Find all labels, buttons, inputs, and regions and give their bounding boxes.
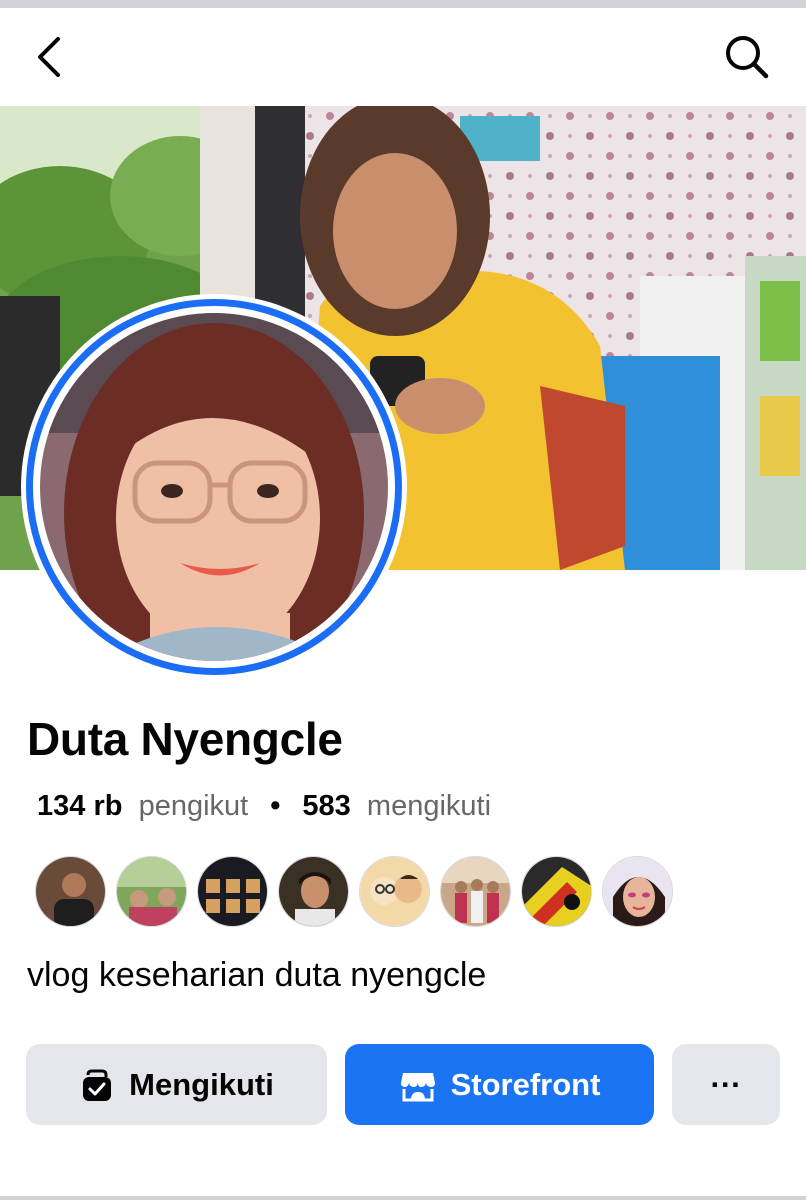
back-button[interactable]: [20, 27, 80, 87]
chevron-left-icon: [38, 37, 60, 77]
following-label-text: mengikuti: [366, 790, 492, 822]
following-label: [359, 790, 367, 822]
followers-count: 134 rb: [37, 790, 123, 822]
more-options-label: ···: [710, 1066, 742, 1102]
profile-name: Duta Nyengcle: [27, 713, 343, 765]
profile-avatar[interactable]: [21, 294, 407, 680]
status-strip: [0, 0, 806, 8]
mutual-friends-row: [35, 856, 673, 927]
following-button-label: Mengikuti: [129, 1066, 274, 1102]
avatar-photo: [40, 313, 388, 661]
friend-avatar[interactable]: [35, 856, 106, 927]
friend-avatar[interactable]: [521, 856, 592, 927]
friend-avatar[interactable]: [602, 856, 673, 927]
friend-avatar[interactable]: [278, 856, 349, 927]
following-link[interactable]: 583 mengikuti: [302, 790, 491, 823]
following-button[interactable]: Mengikuti: [26, 1044, 327, 1125]
followers-link[interactable]: 134 rb pengikut: [37, 790, 248, 823]
friend-avatar[interactable]: [440, 856, 511, 927]
friend-avatar[interactable]: [359, 856, 430, 927]
search-icon: [726, 36, 769, 79]
top-bar: [0, 8, 806, 106]
search-button[interactable]: [717, 27, 777, 87]
storefront-button-label: Storefront: [450, 1066, 601, 1102]
storefront-button[interactable]: Storefront: [345, 1044, 654, 1125]
more-options-button[interactable]: ···: [672, 1044, 780, 1125]
following-check-icon: [79, 1067, 115, 1103]
story-ring: [26, 299, 402, 675]
bottom-strip: [0, 1196, 806, 1200]
following-count: 583: [302, 790, 351, 822]
followers-label-text: pengikut: [138, 790, 249, 822]
friend-avatar[interactable]: [197, 856, 268, 927]
friend-avatar[interactable]: [116, 856, 187, 927]
separator-dot: •: [270, 790, 281, 822]
follow-stats: 134 rb pengikut • 583 mengikuti: [37, 790, 491, 823]
followers-label: [131, 790, 139, 822]
profile-bio: vlog keseharian duta nyengcle: [27, 956, 487, 994]
storefront-icon: [399, 1067, 437, 1103]
